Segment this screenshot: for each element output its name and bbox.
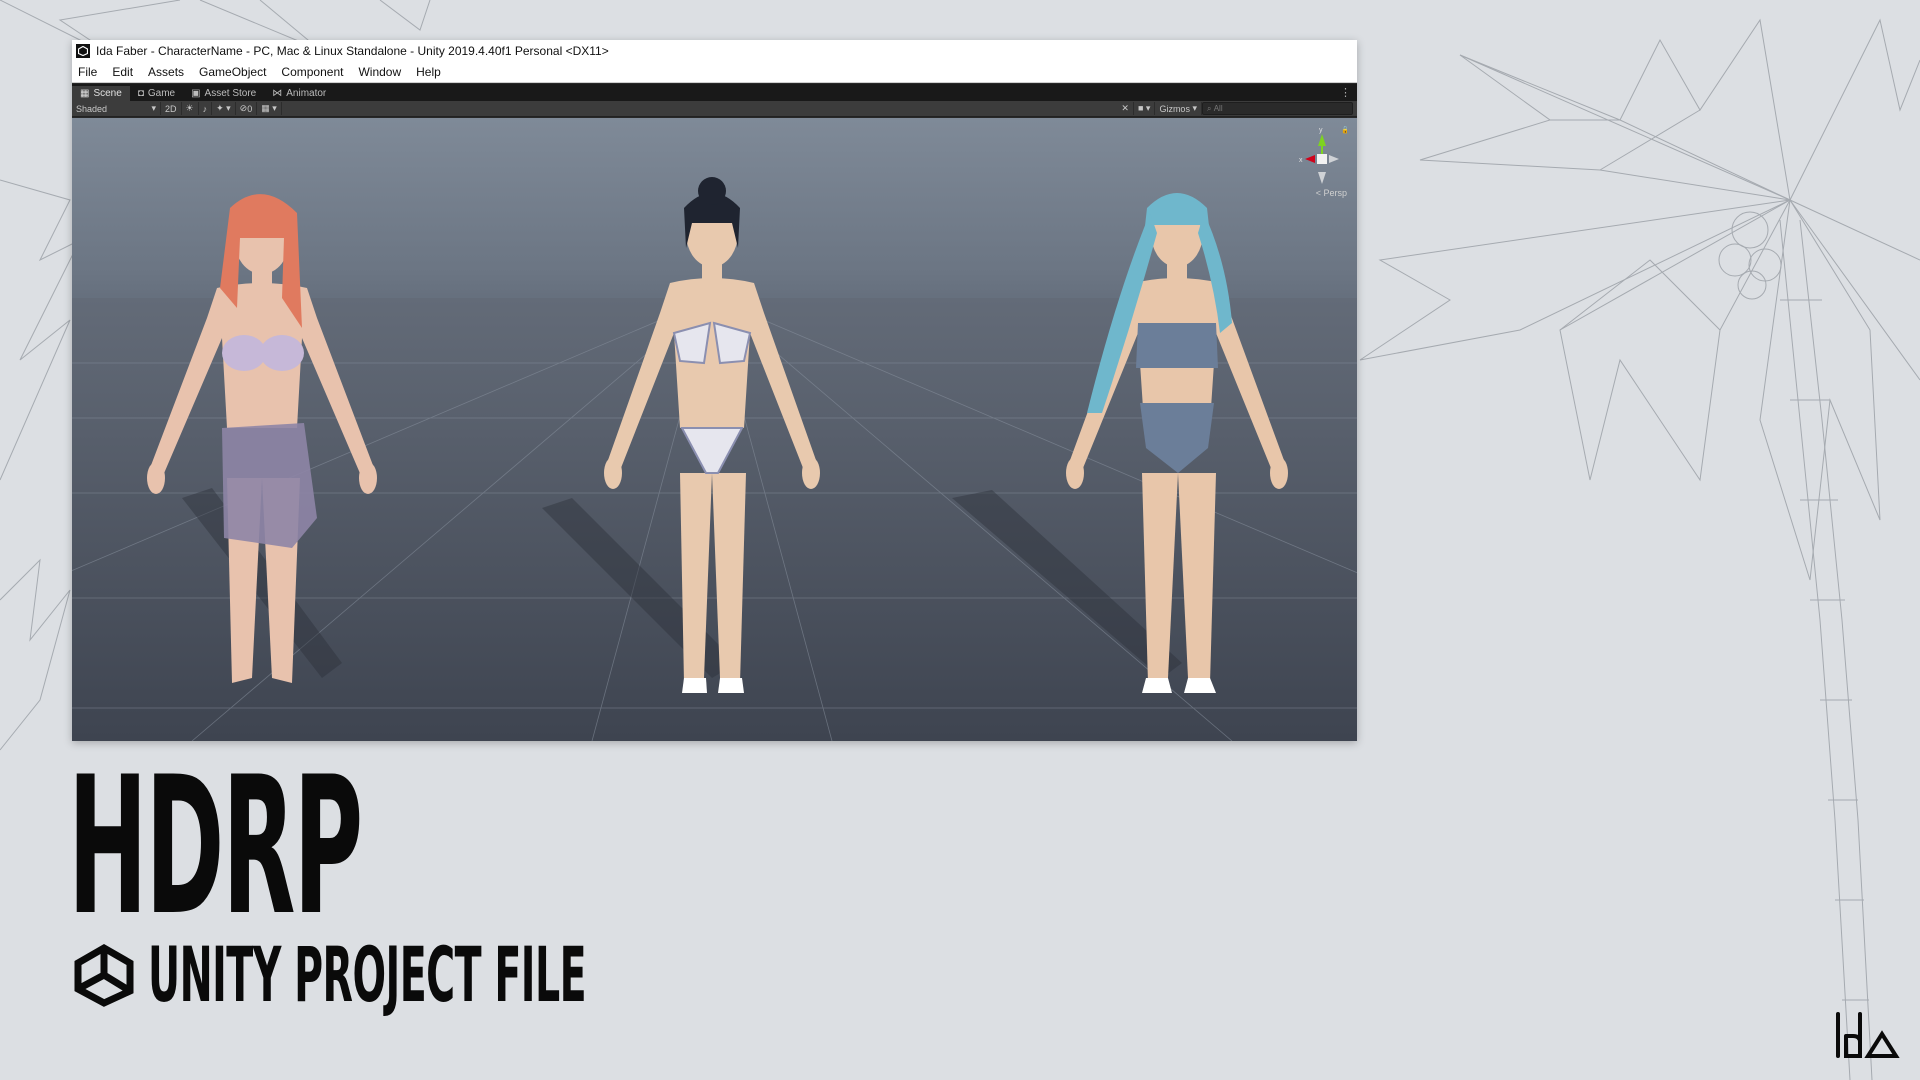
axis-y-label: y (1319, 127, 1323, 134)
camera-icon: ■ ▾ (1137, 103, 1151, 113)
unity-logo-icon (74, 943, 134, 1007)
slide-subtitle: UNITY PROJECT FILE (148, 930, 587, 1019)
search-placeholder: All (1213, 104, 1223, 113)
effects-icon: ✦ ▾ (216, 103, 231, 113)
camera-dropdown[interactable]: ■ ▾ (1134, 102, 1156, 115)
title-bar: Ida Faber - CharacterName - PC, Mac & Li… (72, 40, 1357, 62)
gamepad-icon: ◘ (137, 88, 144, 99)
shading-mode-value: Shaded (76, 103, 108, 114)
gizmos-label: Gizmos (1159, 103, 1190, 114)
menu-edit[interactable]: Edit (112, 65, 133, 79)
grid-dropdown[interactable]: ▦ ▾ (257, 102, 282, 115)
window-title: Ida Faber - CharacterName - PC, Mac & Li… (96, 44, 609, 58)
speaker-icon: ♪ (202, 103, 208, 114)
gizmos-dropdown[interactable]: Gizmos ▾ (1155, 102, 1202, 115)
hidden-objects-count: 0 (247, 103, 253, 114)
tab-animator-label: Animator (286, 88, 327, 99)
tab-menu-icon[interactable]: ⋮ (1340, 86, 1351, 99)
tab-game[interactable]: ◘ Game (130, 86, 183, 101)
unity-logo-icon (76, 44, 90, 58)
scene-viewport[interactable]: y x 🔒 < Persp (72, 118, 1357, 741)
eye-slash-icon: ⊘ (239, 103, 248, 113)
axis-x-label: x (1299, 157, 1303, 164)
editor-tab-bar: ▦ Scene ◘ Game ▣ Asset Store ⋈ Animator … (72, 84, 1357, 101)
chevron-down-icon: ▾ (151, 103, 156, 113)
menu-gameobject[interactable]: GameObject (199, 65, 266, 79)
lightbulb-icon: ☀ (185, 103, 194, 113)
grid-icon: ▦ (80, 88, 90, 99)
lock-icon[interactable]: 🔒 (1341, 126, 1347, 134)
search-icon: ⌕ (1207, 103, 1214, 113)
toggle-2d-label: 2D (165, 103, 177, 114)
effects-dropdown[interactable]: ✦ ▾ (212, 102, 236, 115)
scene-toolbar: Shaded ▾ 2D ☀ ♪ ✦ ▾ ⊘ 0 ▦ ▾ ✕ ■ ▾ Gizmos… (72, 101, 1357, 117)
tools-button[interactable]: ✕ (1117, 102, 1134, 115)
tab-scene-label: Scene (93, 88, 122, 99)
shading-mode-dropdown[interactable]: Shaded ▾ (72, 102, 161, 115)
unity-editor-window: Ida Faber - CharacterName - PC, Mac & Li… (72, 40, 1357, 741)
brand-monogram-logo (1836, 1012, 1900, 1058)
menu-component[interactable]: Component (281, 65, 343, 79)
store-icon: ▣ (191, 88, 201, 99)
tab-asset-store-label: Asset Store (204, 88, 257, 99)
hidden-objects-toggle[interactable]: ⊘ 0 (236, 102, 258, 115)
tab-animator[interactable]: ⋈ Animator (264, 86, 334, 101)
toggle-2d-button[interactable]: 2D (161, 102, 182, 115)
scene-search-input[interactable]: ⌕ All (1202, 102, 1353, 115)
scene-orientation-gizmo[interactable]: y x 🔒 (1297, 124, 1347, 194)
chevron-down-icon: ▾ (1192, 103, 1197, 113)
tab-scene[interactable]: ▦ Scene (72, 86, 130, 101)
menu-bar: File Edit Assets GameObject Component Wi… (72, 62, 1357, 83)
tab-game-label: Game (147, 88, 176, 99)
slide-headline: HDRP (68, 736, 363, 957)
tab-asset-store[interactable]: ▣ Asset Store (183, 86, 264, 101)
character-model-center[interactable] (562, 173, 862, 703)
menu-assets[interactable]: Assets (148, 65, 184, 79)
tools-icon: ✕ (1121, 103, 1129, 113)
menu-file[interactable]: File (78, 65, 97, 79)
character-model-left[interactable] (112, 178, 412, 698)
menu-window[interactable]: Window (358, 65, 401, 79)
animator-icon: ⋈ (272, 88, 283, 99)
subtitle-row: UNITY PROJECT FILE (72, 930, 991, 1019)
character-model-right[interactable] (1022, 173, 1332, 703)
grid-snap-icon: ▦ ▾ (261, 103, 277, 113)
lighting-toggle[interactable]: ☀ (182, 102, 199, 115)
projection-toggle[interactable]: < Persp (1316, 188, 1347, 198)
menu-help[interactable]: Help (416, 65, 441, 79)
audio-toggle[interactable]: ♪ (199, 102, 213, 115)
